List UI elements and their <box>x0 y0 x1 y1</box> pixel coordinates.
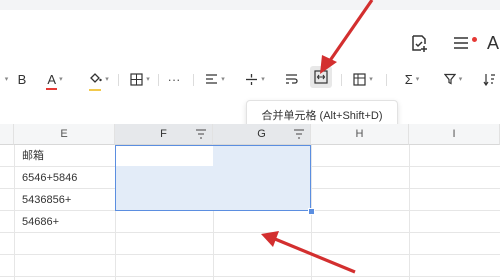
filter-button[interactable]: ▾ <box>438 68 468 90</box>
more-button[interactable]: ··· <box>164 68 184 90</box>
vertical-align-icon <box>246 73 258 85</box>
wrap-text-icon <box>285 74 298 84</box>
align-left-icon <box>206 74 218 84</box>
borders-button[interactable]: ▾ <box>126 68 154 90</box>
column-filter-icon[interactable] <box>195 129 207 139</box>
toolbar-divider <box>386 74 387 86</box>
grid-line <box>409 145 410 280</box>
header-trailing-letter[interactable]: A <box>487 30 499 56</box>
format-toolbar: ▾ B A ▾ ▾ ▾ ··· ▾ ▾ ▾ Σ ▾ ▾ <box>0 62 500 96</box>
fill-color-button[interactable]: ▾ <box>84 68 114 91</box>
caret-leading[interactable]: ▾ <box>0 68 10 90</box>
sum-label: Σ <box>404 71 413 87</box>
row-number-header-corner <box>0 124 14 145</box>
table-row <box>0 233 500 255</box>
fill-color-underline <box>89 88 102 91</box>
font-color-label: A <box>47 71 57 87</box>
sort-icon <box>483 73 495 86</box>
cell-e3[interactable]: 5436856+ <box>22 189 71 211</box>
toolbar-divider <box>193 74 194 86</box>
sort-button[interactable] <box>480 68 498 90</box>
vertical-align-button[interactable]: ▾ <box>240 68 270 90</box>
borders-icon <box>130 72 143 86</box>
active-cell[interactable] <box>116 146 213 166</box>
filter-icon <box>443 73 456 85</box>
cell-e2[interactable]: 6546+5846 <box>22 167 77 189</box>
table-row <box>0 211 500 233</box>
font-color-button[interactable]: A ▾ <box>40 68 70 90</box>
grid-line <box>14 145 15 280</box>
font-color-underline <box>46 87 58 90</box>
cell-e1[interactable]: 邮箱 <box>22 145 44 167</box>
table-style-icon <box>353 72 366 86</box>
horizontal-align-button[interactable]: ▾ <box>200 68 230 90</box>
cell-style-button[interactable]: ▾ <box>348 68 378 90</box>
menu-icon[interactable] <box>448 30 474 56</box>
sum-button[interactable]: Σ ▾ <box>398 68 426 90</box>
merge-cells-icon <box>314 70 328 84</box>
cell-e4[interactable]: 54686+ <box>22 211 59 233</box>
toolbar-divider <box>158 74 159 86</box>
fill-bucket-icon <box>90 72 102 83</box>
column-header-h[interactable]: H <box>311 124 409 145</box>
column-header-i[interactable]: I <box>409 124 500 145</box>
column-header-e[interactable]: E <box>14 124 115 145</box>
share-doc-icon[interactable] <box>406 30 432 56</box>
window-top-strip <box>0 0 500 10</box>
bold-button[interactable]: B <box>14 68 30 90</box>
toolbar-divider <box>118 74 119 86</box>
fill-handle[interactable] <box>308 208 315 215</box>
table-row <box>0 255 500 277</box>
top-bar: A <box>0 10 500 58</box>
wrap-text-button[interactable] <box>282 68 300 90</box>
notification-dot <box>472 37 477 42</box>
merge-cells-button[interactable] <box>310 66 332 88</box>
toolbar-divider <box>341 74 342 86</box>
column-filter-icon[interactable] <box>293 129 305 139</box>
